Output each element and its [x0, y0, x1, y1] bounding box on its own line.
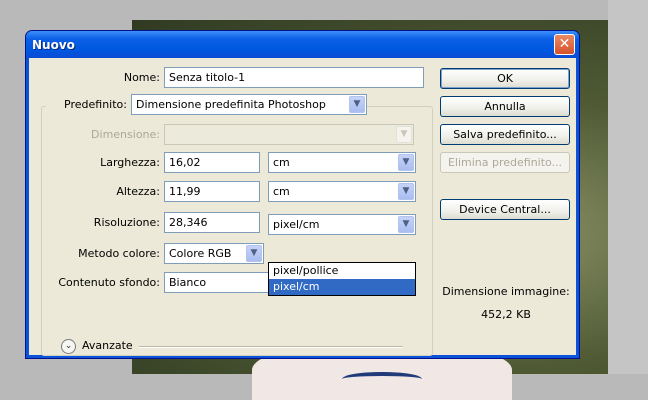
height-label: Altezza: [116, 185, 160, 198]
resolution-unit-select[interactable]: pixel/cm ▼ [268, 214, 416, 235]
color-mode-select[interactable]: Colore RGB ▼ [164, 243, 264, 264]
chevron-down-icon: ▼ [396, 126, 412, 143]
background-label: Contenuto sfondo: [58, 276, 160, 289]
chevron-down-icon: ▼ [398, 154, 414, 171]
resolution-input[interactable]: 28,346 [164, 212, 260, 233]
save-preset-button[interactable]: Salva predefinito... [440, 124, 570, 145]
cancel-button[interactable]: Annulla [440, 96, 570, 117]
resolution-label: Risoluzione: [93, 216, 160, 229]
preset-select[interactable]: Dimensione predefinita Photoshop ▼ [131, 94, 367, 115]
chevron-down-icon: ▼ [398, 183, 414, 200]
height-unit-value: cm [273, 185, 290, 198]
chevron-down-icon: ▼ [398, 216, 414, 233]
close-icon: ✕ [558, 36, 571, 52]
color-mode-label: Metodo colore: [78, 247, 160, 260]
workspace-strip [608, 0, 648, 374]
preset-label: Predefinito: [64, 98, 127, 111]
width-label: Larghezza: [100, 156, 160, 169]
name-input[interactable]: Senza titolo-1 [164, 67, 424, 88]
resolution-unit-dropdown: pixel/pollice pixel/cm [268, 262, 416, 296]
advanced-divider [139, 346, 403, 348]
dropdown-option-pixel-per-inch[interactable]: pixel/pollice [269, 263, 415, 279]
new-document-dialog: Nuovo ✕ Nome: Senza titolo-1 Predefinito… [25, 30, 580, 359]
dialog-title: Nuovo [32, 38, 75, 52]
name-label: Nome: [123, 71, 160, 84]
ok-button[interactable]: OK [440, 68, 570, 89]
expand-advanced-icon[interactable]: ⌄ [61, 339, 76, 354]
resolution-unit-value: pixel/cm [273, 218, 320, 231]
size-select: ▼ [164, 124, 414, 145]
preset-value: Dimensione predefinita Photoshop [136, 98, 326, 111]
size-label: Dimensione: [91, 128, 160, 141]
width-unit-value: cm [273, 156, 290, 169]
dialog-client: Nome: Senza titolo-1 Predefinito: Dimens… [29, 58, 576, 356]
delete-preset-button: Elimina predefinito... [440, 152, 570, 173]
close-button[interactable]: ✕ [554, 34, 575, 55]
chevron-down-icon: ▼ [246, 245, 262, 262]
photo-collar [342, 372, 422, 386]
background-value: Bianco [169, 276, 207, 289]
chevron-down-icon: ▼ [349, 96, 365, 113]
color-mode-value: Colore RGB [169, 247, 232, 260]
width-input[interactable]: 16,02 [164, 152, 260, 173]
device-central-button[interactable]: Device Central... [440, 199, 570, 220]
image-size-label: Dimensione immagine: [442, 285, 570, 298]
advanced-label[interactable]: Avanzate [82, 339, 133, 352]
dropdown-option-pixel-per-cm[interactable]: pixel/cm [269, 279, 415, 295]
height-unit-select[interactable]: cm ▼ [268, 181, 416, 202]
width-unit-select[interactable]: cm ▼ [268, 152, 416, 173]
image-size-value: 452,2 KB [481, 308, 531, 321]
height-input[interactable]: 11,99 [164, 181, 260, 202]
dialog-titlebar[interactable]: Nuovo ✕ [26, 31, 579, 58]
